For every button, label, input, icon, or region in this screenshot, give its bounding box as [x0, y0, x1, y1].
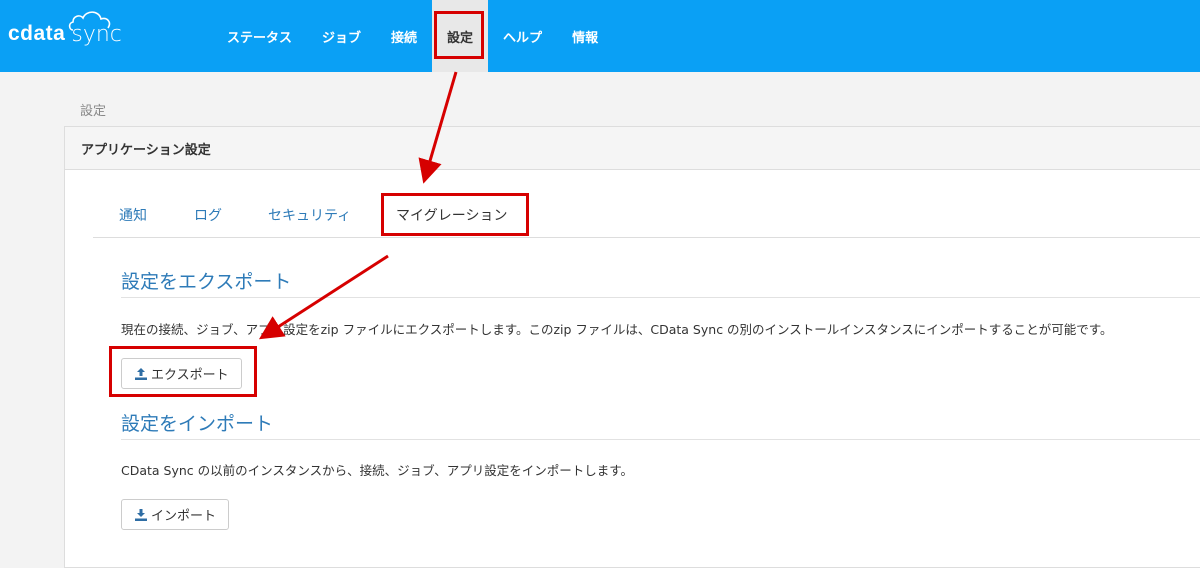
logo-brand-text: cdata — [8, 22, 66, 45]
nav-label: ジョブ — [322, 30, 362, 46]
nav-label: 接続 — [391, 30, 418, 46]
import-description: CData Sync の以前のインスタンスから、接続、ジョブ、アプリ設定をインポ… — [121, 463, 634, 478]
cloud-icon: sync — [69, 10, 122, 47]
nav-label: 情報 — [572, 30, 599, 46]
nav-label: ヘルプ — [503, 30, 543, 46]
logo-product-text: sync — [71, 21, 122, 47]
import-section-title: 設定をインポート — [121, 413, 274, 435]
top-navigation-bar: cdata sync ステータス ジョブ 接続 設定 ヘルプ 情報 — [0, 0, 1200, 72]
highlight-box-migration-tab — [381, 193, 529, 236]
nav-item-info[interactable]: 情報 — [557, 0, 613, 72]
nav-item-connections[interactable]: 接続 — [376, 0, 432, 72]
nav-item-status[interactable]: ステータス — [212, 0, 307, 72]
highlight-box-settings — [434, 11, 485, 59]
nav-item-jobs[interactable]: ジョブ — [307, 0, 376, 72]
settings-tabs: 通知 ログ セキュリティ マイグレーション — [93, 195, 1200, 238]
section-divider — [121, 297, 1200, 298]
main-nav: ステータス ジョブ 接続 設定 ヘルプ 情報 — [212, 0, 613, 72]
tab-logs[interactable]: ログ — [194, 205, 222, 225]
cdata-sync-logo[interactable]: cdata sync — [8, 10, 122, 52]
section-divider — [121, 439, 1200, 440]
import-button-label: インポート — [151, 509, 217, 524]
nav-item-help[interactable]: ヘルプ — [488, 0, 557, 72]
tab-security[interactable]: セキュリティ — [268, 205, 351, 225]
download-icon — [134, 508, 148, 522]
panel-title: アプリケーション設定 — [65, 127, 1200, 170]
import-button[interactable]: インポート — [121, 499, 230, 530]
nav-label: ステータス — [227, 30, 293, 46]
highlight-box-export-button — [109, 346, 257, 397]
export-description: 現在の接続、ジョブ、アプリ設定をzip ファイルにエクスポートします。このzip… — [121, 322, 1113, 337]
tab-notifications[interactable]: 通知 — [119, 205, 147, 225]
application-settings-panel: アプリケーション設定 通知 ログ セキュリティ マイグレーション 設定をエクスポ… — [64, 126, 1200, 568]
breadcrumb: 設定 — [80, 104, 107, 119]
nav-item-settings[interactable]: 設定 — [432, 0, 489, 72]
export-section-title: 設定をエクスポート — [121, 271, 292, 293]
